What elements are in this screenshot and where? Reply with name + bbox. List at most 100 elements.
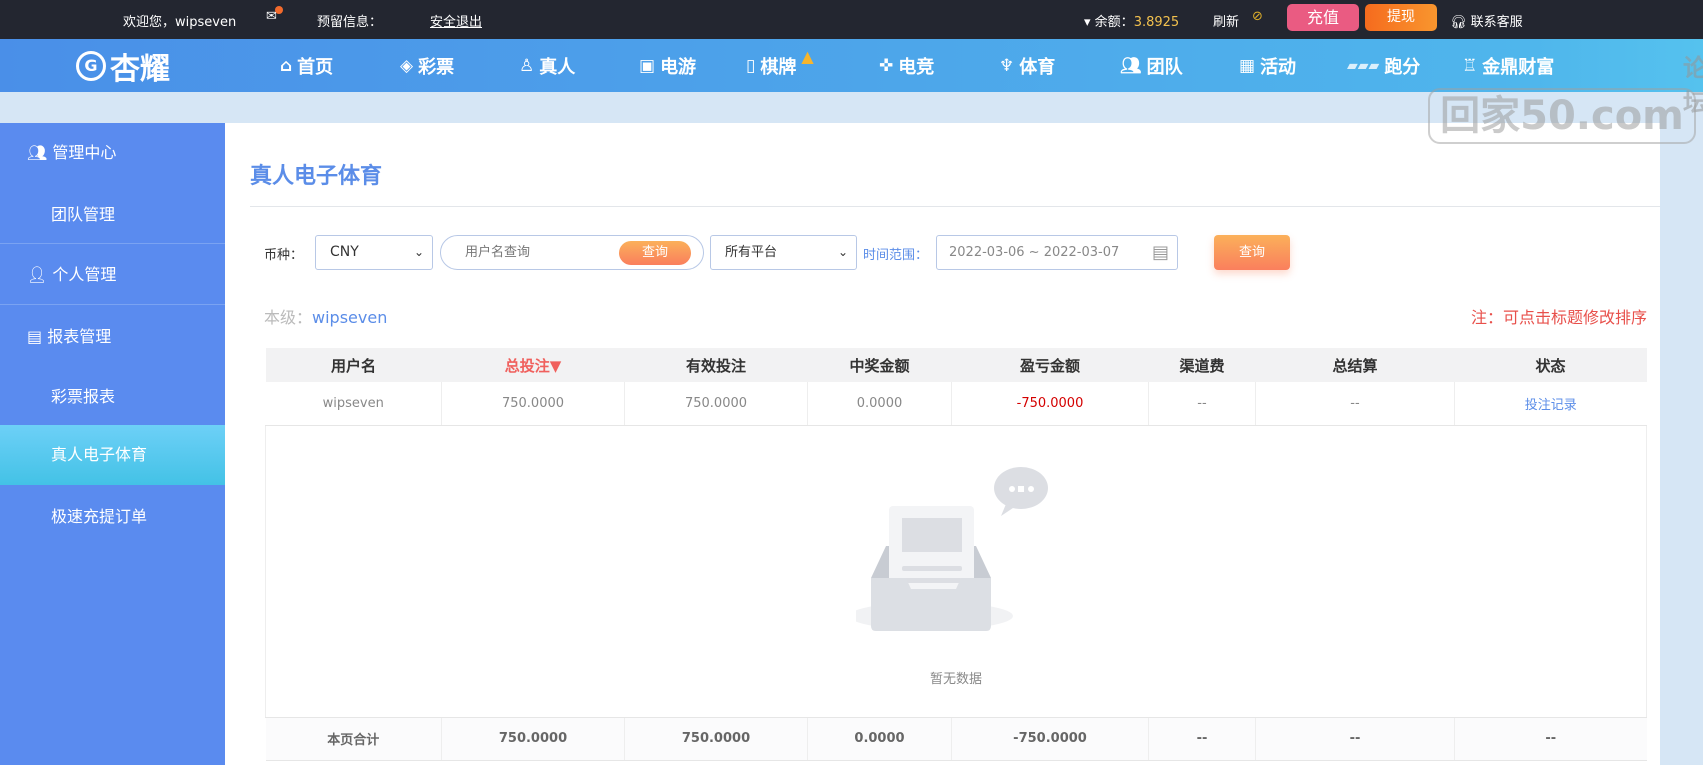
user-icon: 👤︎ bbox=[27, 265, 48, 284]
level-info: 本级：wipseven bbox=[264, 304, 387, 328]
deposit-button[interactable]: 充值 bbox=[1287, 4, 1359, 31]
header-valid-bet[interactable]: 有效投注 bbox=[624, 348, 808, 382]
level-label: 本级： bbox=[264, 308, 313, 327]
withdraw-button[interactable]: 提现 bbox=[1365, 4, 1437, 31]
refresh-button[interactable]: 刷新 bbox=[1213, 11, 1239, 30]
fire-icon: ▲ bbox=[801, 46, 814, 66]
platform-value: 所有平台 bbox=[725, 245, 778, 260]
reserved-info-label: 预留信息： bbox=[317, 15, 383, 30]
header-total-bet[interactable]: 总投注▼ bbox=[441, 348, 625, 382]
cell-win-amount: 0.0000 bbox=[807, 382, 952, 426]
calendar-icon[interactable]: ▤ bbox=[1152, 236, 1169, 269]
team-icon: 👥︎ bbox=[1120, 56, 1142, 76]
sidebar-item-fast-order[interactable]: 极速充提订单 bbox=[0, 487, 225, 547]
nav-label: 棋牌 bbox=[760, 57, 797, 78]
cell-total-bet: 750.0000 bbox=[441, 382, 625, 426]
nav-label: 电竞 bbox=[898, 57, 935, 78]
empty-row: 暂无数据 bbox=[265, 425, 1647, 718]
sidebar-item-team-management[interactable]: 团队管理 bbox=[0, 185, 225, 245]
cauldron-icon: ♖ bbox=[1462, 56, 1478, 76]
support-link[interactable]: 🎧︎ 联系客服 bbox=[1450, 11, 1523, 30]
bet-record-link[interactable]: 投注记录 bbox=[1454, 382, 1647, 426]
cell-total-settlement: -- bbox=[1255, 382, 1455, 426]
header-win-amount[interactable]: 中奖金额 bbox=[807, 348, 952, 382]
gamepad-icon: ✜ bbox=[879, 56, 894, 76]
empty-text: 暂无数据 bbox=[929, 671, 982, 687]
title-divider bbox=[250, 206, 1662, 207]
currency-label: 币种： bbox=[264, 248, 304, 263]
balance-value: 3.8925 bbox=[1133, 15, 1180, 30]
sidebar-group-management-center[interactable]: 👥︎ 管理中心 bbox=[0, 123, 225, 183]
total-valid-bet: 750.0000 bbox=[624, 717, 808, 761]
nav-label: 体育 bbox=[1019, 57, 1056, 78]
username-search-input[interactable]: 用户名查询 查询 bbox=[440, 235, 704, 270]
nav-home[interactable]: ⌂ 首页 bbox=[280, 53, 333, 79]
total-settlement: -- bbox=[1255, 717, 1455, 761]
header-username[interactable]: 用户名 bbox=[265, 348, 442, 382]
nav-paofen[interactable]: ▰▰▰ 跑分 bbox=[1347, 53, 1420, 79]
table-row: wipseven 750.0000 750.0000 0.0000 -750.0… bbox=[265, 382, 1647, 426]
hide-eye-icon[interactable]: ⊘ bbox=[1252, 9, 1263, 24]
rhino-icon: ▰▰▰ bbox=[1347, 58, 1380, 74]
currency-select[interactable]: CNY ⌄ bbox=[315, 235, 433, 270]
nav-label: 团队 bbox=[1146, 57, 1183, 78]
nav-label: 首页 bbox=[297, 57, 334, 78]
sidebar-divider bbox=[0, 243, 225, 244]
sidebar: 👥︎ 管理中心 团队管理 👤︎ 个人管理 ▤ 报表管理 彩票报表 真人电子体育 … bbox=[0, 123, 225, 765]
sidebar-item-lottery-report[interactable]: 彩票报表 bbox=[0, 367, 225, 427]
nav-lottery[interactable]: ◈ 彩票 bbox=[400, 53, 454, 79]
nav-wealth[interactable]: ♖ 金鼎财富 bbox=[1462, 53, 1554, 79]
sidebar-label: 管理中心 bbox=[52, 143, 117, 162]
table-header-row: 用户名 总投注▼ 有效投注 中奖金额 盈亏金额 渠道费 总结算 状态 bbox=[265, 348, 1647, 382]
mail-icon[interactable]: ✉ bbox=[266, 6, 283, 24]
report-table: 用户名 总投注▼ 有效投注 中奖金额 盈亏金额 渠道费 总结算 状态 wipse… bbox=[265, 348, 1647, 761]
sidebar-item-live-electronic-sports[interactable]: 真人电子体育 bbox=[0, 425, 225, 485]
logo[interactable]: G 杏耀 bbox=[76, 44, 170, 88]
level-user-link[interactable]: wipseven bbox=[312, 308, 387, 327]
sidebar-label: 报表管理 bbox=[47, 327, 112, 346]
cards-icon: ▯ bbox=[746, 56, 756, 76]
sidebar-group-reports[interactable]: ▤ 报表管理 bbox=[0, 307, 225, 367]
trophy-icon: ♆ bbox=[999, 56, 1015, 76]
headset-icon: 🎧︎ bbox=[1450, 15, 1467, 30]
nav-activity[interactable]: ▦ 活动 bbox=[1239, 53, 1296, 79]
chevron-down-icon: ⌄ bbox=[413, 245, 424, 259]
page-title: 真人电子体育 bbox=[250, 164, 383, 189]
username-search-button[interactable]: 查询 bbox=[619, 241, 691, 265]
logo-emblem-icon: G bbox=[76, 51, 106, 81]
nav-label: 电游 bbox=[660, 57, 697, 78]
header-profit-loss[interactable]: 盈亏金额 bbox=[951, 348, 1149, 382]
nav-esports[interactable]: ✜ 电竞 bbox=[879, 53, 934, 79]
ticket-icon: ◈ bbox=[400, 56, 414, 76]
currency-value: CNY bbox=[330, 244, 359, 260]
username-placeholder: 用户名查询 bbox=[465, 245, 531, 260]
total-row: 本页合计 750.0000 750.0000 0.0000 -750.0000 … bbox=[265, 717, 1647, 761]
nav-team[interactable]: 👥︎ 团队 bbox=[1120, 53, 1183, 79]
header-channel-fee[interactable]: 渠道费 bbox=[1148, 348, 1256, 382]
nav-label: 活动 bbox=[1260, 57, 1297, 78]
nav-sports[interactable]: ♆ 体育 bbox=[999, 53, 1055, 79]
balance-toggle[interactable]: ▾ 余额：3.8925 bbox=[1084, 11, 1179, 30]
query-button[interactable]: 查询 bbox=[1214, 235, 1290, 270]
sidebar-group-personal[interactable]: 👤︎ 个人管理 bbox=[0, 245, 225, 305]
header-status[interactable]: 状态 bbox=[1454, 348, 1647, 382]
nav-label: 彩票 bbox=[418, 57, 455, 78]
cell-valid-bet: 750.0000 bbox=[624, 382, 808, 426]
nav-cards[interactable]: ▯ 棋牌 ▲ bbox=[746, 47, 814, 79]
total-profit-loss: -750.0000 bbox=[951, 717, 1149, 761]
nav-slots[interactable]: ▣ 电游 bbox=[639, 53, 696, 79]
right-gutter bbox=[1660, 123, 1703, 765]
logout-link[interactable]: 安全退出 bbox=[430, 11, 482, 30]
total-label: 本页合计 bbox=[265, 717, 442, 761]
slot-icon: ▣ bbox=[639, 56, 656, 76]
cell-username: wipseven bbox=[265, 382, 442, 426]
total-win-amount: 0.0000 bbox=[807, 717, 952, 761]
main-nav: ⌂ 首页 ◈ 彩票 ♙ 真人 ▣ 电游 ▯ 棋牌 ▲ ✜ 电竞 ♆ 体育 👥︎ 团队 ▦ 活动 ▰▰… bbox=[0, 39, 1703, 92]
platform-select[interactable]: 所有平台 ⌄ bbox=[710, 235, 857, 270]
header-total-settlement[interactable]: 总结算 bbox=[1255, 348, 1455, 382]
total-status: -- bbox=[1454, 717, 1647, 761]
welcome-text: 欢迎您，wipseven bbox=[123, 15, 237, 30]
nav-label: 真人 bbox=[539, 57, 576, 78]
nav-live[interactable]: ♙ 真人 bbox=[519, 53, 575, 79]
date-range-input[interactable]: 2022-03-06 ~ 2022-03-07 ▤ bbox=[936, 235, 1178, 270]
